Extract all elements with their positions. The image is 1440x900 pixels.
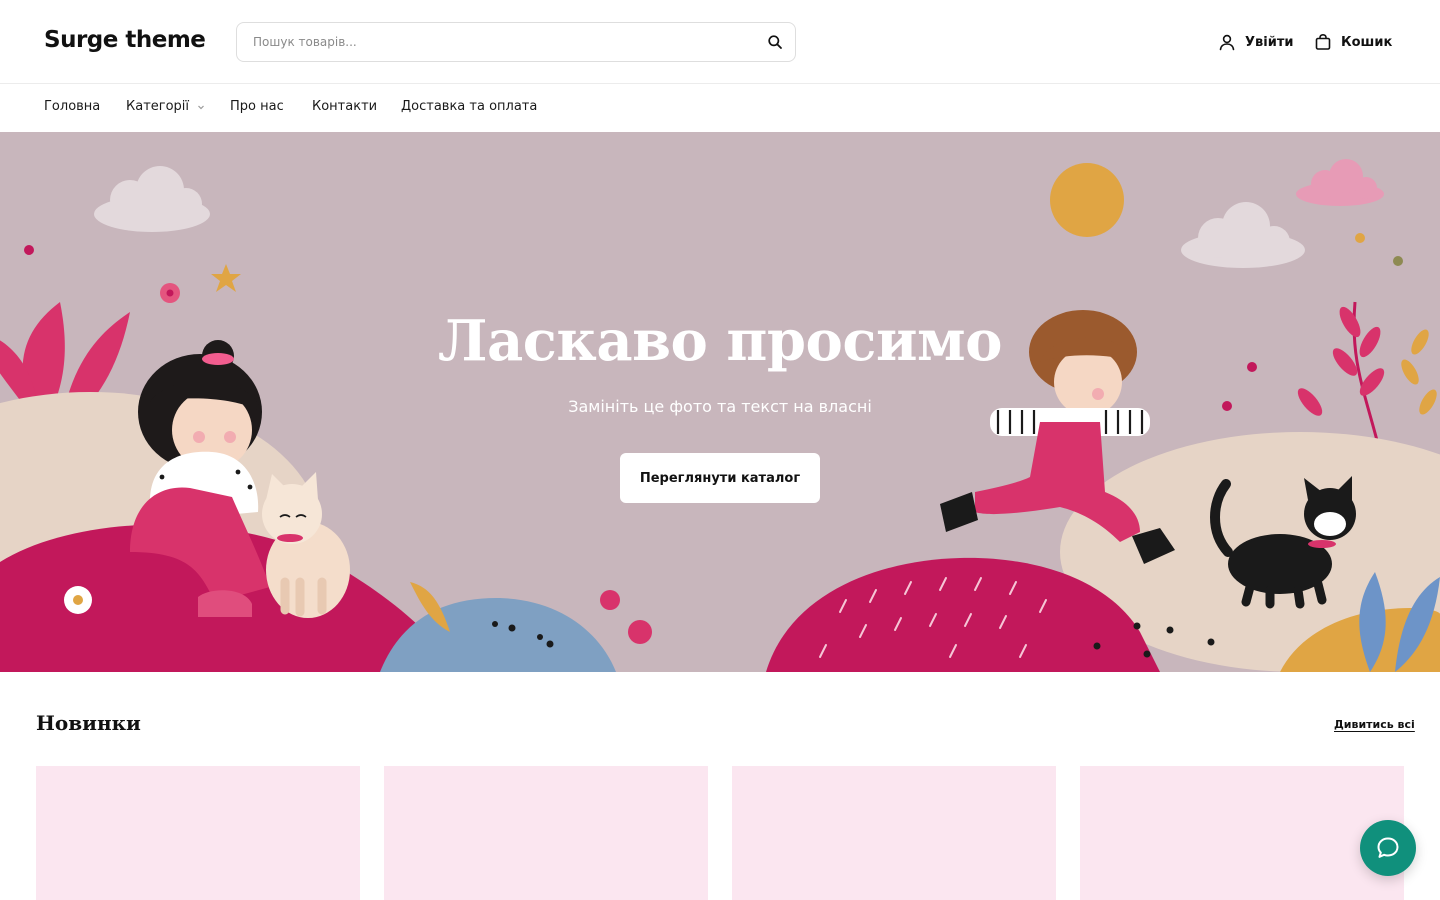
search-input[interactable] [237,23,757,61]
store-logo[interactable]: Surge theme [44,27,206,53]
nav-item-home[interactable]: Головна [44,99,100,114]
product-card[interactable] [384,766,708,900]
nav-item-label: Контакти [312,99,378,114]
view-all-link[interactable]: Дивитись всі [1334,718,1415,731]
chat-bubble-icon [1377,837,1399,858]
hero-title: Ласкаво просимо [437,308,1003,374]
view-catalog-button[interactable]: Переглянути каталог [620,453,820,503]
shopping-bag-icon [1315,33,1331,50]
nav-item-delivery[interactable]: Доставка та оплата [401,99,537,114]
nav-item-label: Категорії [126,99,190,114]
nav-item-label: Доставка та оплата [401,99,538,114]
product-card[interactable] [36,766,360,900]
site-header: Surge theme Увійти Кошик [0,0,1440,84]
nav-item-contacts[interactable]: Контакти [312,99,377,114]
chat-button[interactable] [1360,820,1416,876]
nav-item-categories[interactable]: Категорії [126,99,205,114]
nav-item-label: Про нас [230,99,284,114]
nav-item-label: Головна [44,99,101,114]
search-icon[interactable] [767,34,783,50]
new-arrivals-title: Новинки [36,711,141,735]
main-nav: Головна Категорії Про нас Контакти Доста… [0,84,1440,132]
chevron-down-icon [198,105,204,109]
login-label: Увійти [1245,34,1294,50]
product-card[interactable] [732,766,1056,900]
search-bar [236,22,796,62]
login-button[interactable]: Увійти [1218,31,1293,53]
cart-label: Кошик [1341,34,1393,50]
hero-banner: Ласкаво просимо Замініть це фото та текс… [0,132,1440,672]
cart-button[interactable]: Кошик [1314,31,1392,53]
product-card[interactable] [1080,766,1404,900]
nav-item-about[interactable]: Про нас [230,99,284,114]
user-icon [1219,34,1235,51]
hero-subtitle: Замініть це фото та текст на власні [568,397,872,416]
